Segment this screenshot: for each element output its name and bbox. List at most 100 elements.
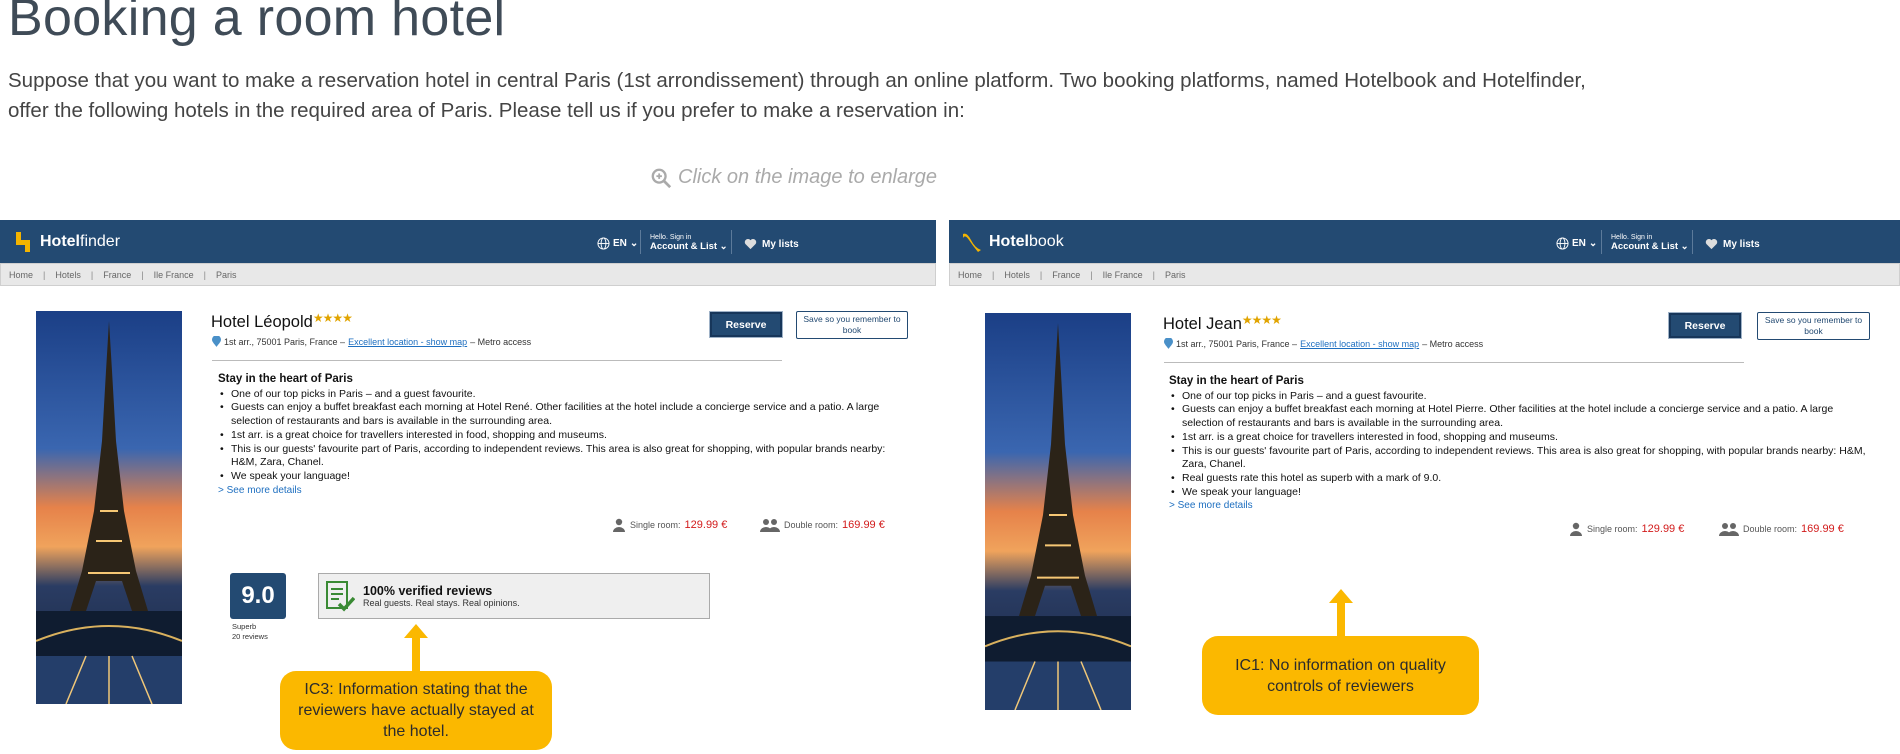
- list-item: One of our top picks in Paris – and a gu…: [218, 388, 908, 402]
- hotel-address: 1st arr., 75001 Paris, France – Excellen…: [212, 336, 531, 347]
- divider: [1692, 230, 1693, 254]
- location-pin-icon: [1164, 338, 1173, 349]
- list-item: Guests can enjoy a buffet breakfast each…: [218, 401, 908, 428]
- breadcrumb-paris[interactable]: Paris: [216, 270, 243, 280]
- enlarge-label: Click on the image to enlarge: [678, 166, 938, 188]
- review-score: 9.0: [230, 573, 286, 619]
- brand-name-light: book: [1029, 233, 1064, 250]
- list-item: We speak your language!: [1169, 486, 1874, 500]
- metro-text: – Metro access: [1422, 338, 1484, 349]
- hotel-name-text: Hotel Jean: [1163, 315, 1242, 333]
- language-selector[interactable]: EN ⌄: [1556, 237, 1597, 250]
- eiffel-tower-photo[interactable]: [985, 313, 1131, 710]
- double-room-price: Double room: 169.99 €: [1719, 522, 1844, 536]
- breadcrumb-ile-france[interactable]: Ile France: [154, 270, 200, 280]
- hotel-description: Stay in the heart of Paris One of our to…: [1169, 375, 1874, 513]
- heart-icon: [1705, 238, 1718, 250]
- brand-logo[interactable]: Hotelfinder: [12, 230, 120, 254]
- single-room-label: Single room:: [1587, 524, 1638, 534]
- my-lists-link[interactable]: My lists: [744, 238, 799, 250]
- description-heading: Stay in the heart of Paris: [218, 373, 353, 385]
- divider: [731, 230, 732, 254]
- language-label: EN: [1572, 238, 1586, 249]
- list-item: 1st arr. is a great choice for traveller…: [1169, 431, 1874, 445]
- double-room-amount: 169.99 €: [1801, 523, 1844, 535]
- breadcrumb: Home | Hotels | France | Ile France | Paris: [949, 263, 1900, 286]
- chevron-down-icon: ⌄: [719, 241, 728, 252]
- location-pin-icon: [212, 336, 221, 347]
- two-persons-icon: [760, 519, 780, 532]
- hotelfinder-logo-icon: [16, 232, 30, 252]
- globe-icon: [597, 237, 610, 250]
- eiffel-tower-photo[interactable]: [36, 311, 182, 704]
- list-item: 1st arr. is a great choice for traveller…: [218, 429, 908, 443]
- sign-in-greeting: Hello. Sign in: [1611, 234, 1653, 241]
- review-count[interactable]: 20 reviews: [232, 632, 268, 642]
- account-menu[interactable]: Hello. Sign in Account & List ⌄: [1611, 233, 1689, 251]
- my-lists-label: My lists: [1723, 238, 1760, 250]
- breadcrumb-ile-france[interactable]: Ile France: [1103, 270, 1149, 280]
- sign-in-greeting: Hello. Sign in: [650, 234, 692, 241]
- verified-reviews-badge: 100% verified reviews Real guests. Real …: [318, 573, 710, 619]
- list-item: One of our top picks in Paris – and a gu…: [1169, 390, 1874, 404]
- save-for-later-button[interactable]: Save so you remember to book: [1757, 312, 1870, 340]
- up-arrow-icon: [404, 624, 428, 672]
- chevron-down-icon: ⌄: [1680, 241, 1689, 252]
- brand-name-bold: Hotel: [989, 233, 1029, 250]
- show-map-link[interactable]: Excellent location - show map: [1300, 339, 1419, 349]
- reserve-button[interactable]: Reserve: [1669, 313, 1741, 338]
- feature-list: One of our top picks in Paris – and a gu…: [218, 388, 908, 484]
- intro-text: Suppose that you want to make a reservat…: [8, 69, 1586, 122]
- account-menu[interactable]: Hello. Sign in Account & List ⌄: [650, 233, 728, 251]
- account-label: Account & List: [650, 241, 718, 252]
- divider: [1164, 362, 1744, 363]
- globe-icon: [1556, 237, 1569, 250]
- zoom-icon: [651, 168, 672, 188]
- language-selector[interactable]: EN ⌄: [597, 237, 638, 250]
- annotation-callout: IC1: No information on quality controls …: [1202, 636, 1479, 715]
- single-room-amount: 129.99 €: [684, 519, 728, 531]
- metro-text: – Metro access: [470, 336, 532, 347]
- score-word: Superb: [232, 622, 257, 631]
- breadcrumb-france[interactable]: France: [1052, 270, 1086, 280]
- enlarge-hint[interactable]: Click on the image to enlarge: [650, 166, 937, 189]
- save-for-later-button[interactable]: Save so you remember to book: [796, 311, 908, 339]
- feature-list: One of our top picks in Paris – and a gu…: [1169, 390, 1874, 500]
- hotel-name[interactable]: Hotel Jean★★★★: [1163, 313, 1282, 334]
- language-label: EN: [613, 238, 627, 249]
- person-icon: [1570, 522, 1582, 536]
- see-more-link[interactable]: > See more details: [1169, 500, 1253, 511]
- list-item: Guests can enjoy a buffet breakfast each…: [1169, 403, 1874, 430]
- star-rating: ★★★★: [312, 311, 353, 325]
- breadcrumb-home[interactable]: Home: [9, 270, 39, 280]
- hotel-description: Stay in the heart of Paris One of our to…: [218, 373, 908, 497]
- verified-title: 100% verified reviews: [363, 584, 493, 598]
- breadcrumb-hotels[interactable]: Hotels: [1004, 270, 1036, 280]
- list-item: This is our guests' favourite part of Pa…: [218, 443, 908, 470]
- brand-name-bold: Hotel: [40, 233, 80, 250]
- breadcrumb-hotels[interactable]: Hotels: [55, 270, 87, 280]
- top-nav: Hotelbook EN ⌄ Hello. Sign in Account & L…: [949, 220, 1900, 263]
- breadcrumb-france[interactable]: France: [103, 270, 137, 280]
- hotelfinder-panel: Hotelfinder EN ⌄ Hello. Sign in Account &…: [0, 220, 936, 750]
- my-lists-link[interactable]: My lists: [1705, 238, 1760, 250]
- address-text: 1st arr., 75001 Paris, France –: [224, 336, 346, 347]
- divider: [640, 230, 641, 254]
- see-more-link[interactable]: > See more details: [218, 485, 302, 496]
- breadcrumb-paris[interactable]: Paris: [1165, 270, 1192, 280]
- show-map-link[interactable]: Excellent location - show map: [348, 337, 467, 347]
- star-rating: ★★★★: [1241, 313, 1282, 327]
- reserve-button[interactable]: Reserve: [710, 312, 782, 337]
- divider: [1601, 230, 1602, 254]
- brand-name-light: finder: [80, 233, 121, 250]
- chevron-down-icon: ⌄: [629, 238, 639, 249]
- chevron-down-icon: ⌄: [1588, 238, 1598, 249]
- single-room-price: Single room: 129.99 €: [1569, 522, 1684, 536]
- double-room-price: Double room: 169.99 €: [760, 518, 885, 532]
- single-room-label: Single room:: [630, 520, 681, 530]
- top-nav: Hotelfinder EN ⌄ Hello. Sign in Account &…: [0, 220, 936, 263]
- hotel-address: 1st arr., 75001 Paris, France – Excellen…: [1164, 338, 1483, 349]
- breadcrumb-home[interactable]: Home: [958, 270, 988, 280]
- hotel-name[interactable]: Hotel Léopold★★★★: [211, 311, 353, 332]
- brand-logo[interactable]: Hotelbook: [961, 230, 1064, 254]
